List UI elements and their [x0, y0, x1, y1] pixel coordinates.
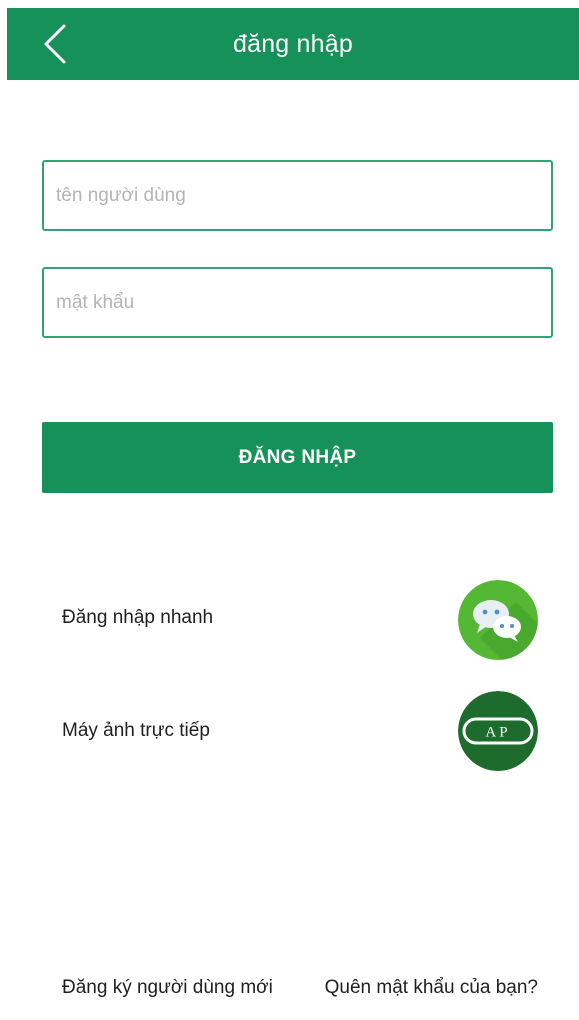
login-button[interactable]: ĐĂNG NHẬP: [42, 422, 553, 493]
page-title: đăng nhập: [233, 29, 353, 58]
password-input[interactable]: [56, 291, 539, 314]
register-link[interactable]: Đăng ký người dùng mới: [62, 975, 282, 1000]
username-input[interactable]: [56, 184, 539, 207]
quick-login-label: Đăng nhập nhanh: [62, 607, 214, 628]
header-bar: đăng nhập: [7, 8, 579, 80]
live-camera-label: Máy ảnh trực tiếp: [62, 720, 210, 741]
quick-login-button[interactable]: [458, 580, 538, 660]
login-screen: đăng nhập ĐĂNG NHẬP Đăng nhập nhanh Máy …: [0, 0, 579, 1020]
wechat-icon: [458, 580, 538, 660]
live-camera-button[interactable]: AP: [458, 691, 538, 771]
username-field: [42, 160, 553, 231]
forgot-password-link[interactable]: Quên mật khẩu của bạn?: [320, 975, 538, 1000]
ap-camera-icon: AP: [458, 691, 538, 771]
password-field: [42, 267, 553, 338]
ap-icon-text: AP: [485, 725, 510, 741]
chevron-left-icon: [44, 24, 66, 64]
back-button[interactable]: [31, 20, 79, 68]
